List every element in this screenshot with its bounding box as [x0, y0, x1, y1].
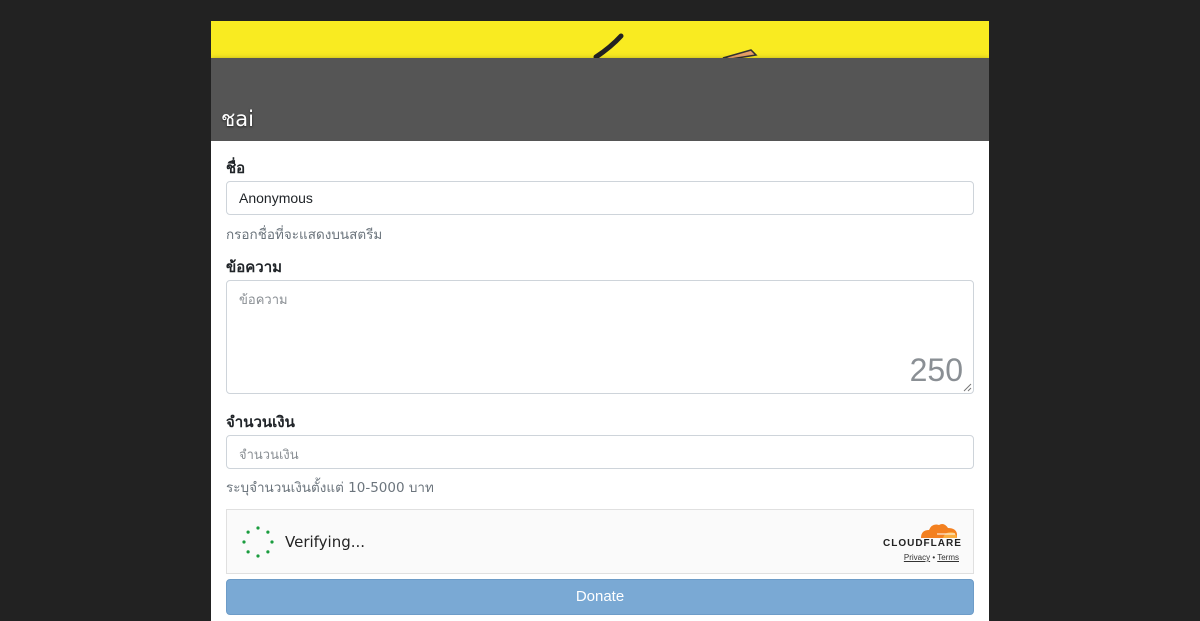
donate-button[interactable]: Donate	[226, 579, 974, 615]
cloudflare-wordmark: CLOUDFLARE	[883, 538, 962, 549]
privacy-link[interactable]: Privacy	[904, 553, 930, 562]
name-label: ชื่อ	[226, 159, 246, 177]
streamer-name: ชai	[221, 107, 254, 131]
link-separator: •	[932, 553, 936, 562]
cloudflare-links: Privacy • Terms	[883, 553, 959, 562]
message-placeholder: ข้อความ	[239, 293, 288, 308]
amount-input[interactable]: จำนวนเงิน	[226, 435, 974, 469]
profile-banner: ชai	[211, 21, 989, 141]
name-input-value: Anonymous	[239, 190, 313, 206]
donation-card: ชai ชื่อ Anonymous กรอกชื่อที่จะแสดงบนสต…	[211, 21, 989, 621]
terms-link[interactable]: Terms	[937, 553, 959, 562]
name-input[interactable]: Anonymous	[226, 181, 974, 215]
banner-overlay: ชai	[211, 58, 989, 141]
message-char-counter: 250	[909, 352, 963, 388]
banner-artwork	[593, 33, 758, 60]
spinner-icon	[242, 526, 274, 558]
name-help-text: กรอกชื่อที่จะแสดงบนสตรีม	[226, 227, 383, 243]
amount-help-text: ระบุจำนวนเงินตั้งแต่ 10-5000 บาท	[226, 480, 434, 496]
resize-grip-icon[interactable]	[963, 383, 972, 392]
message-label: ข้อความ	[226, 258, 283, 276]
amount-label: จำนวนเงิน	[226, 413, 295, 431]
amount-placeholder: จำนวนเงิน	[239, 448, 299, 463]
cloudflare-turnstile-widget[interactable]: Verifying... CLOUDFLARE Privacy • Terms	[226, 509, 974, 574]
message-textarea[interactable]: ข้อความ 250	[226, 280, 974, 394]
captcha-status: Verifying...	[285, 533, 366, 551]
